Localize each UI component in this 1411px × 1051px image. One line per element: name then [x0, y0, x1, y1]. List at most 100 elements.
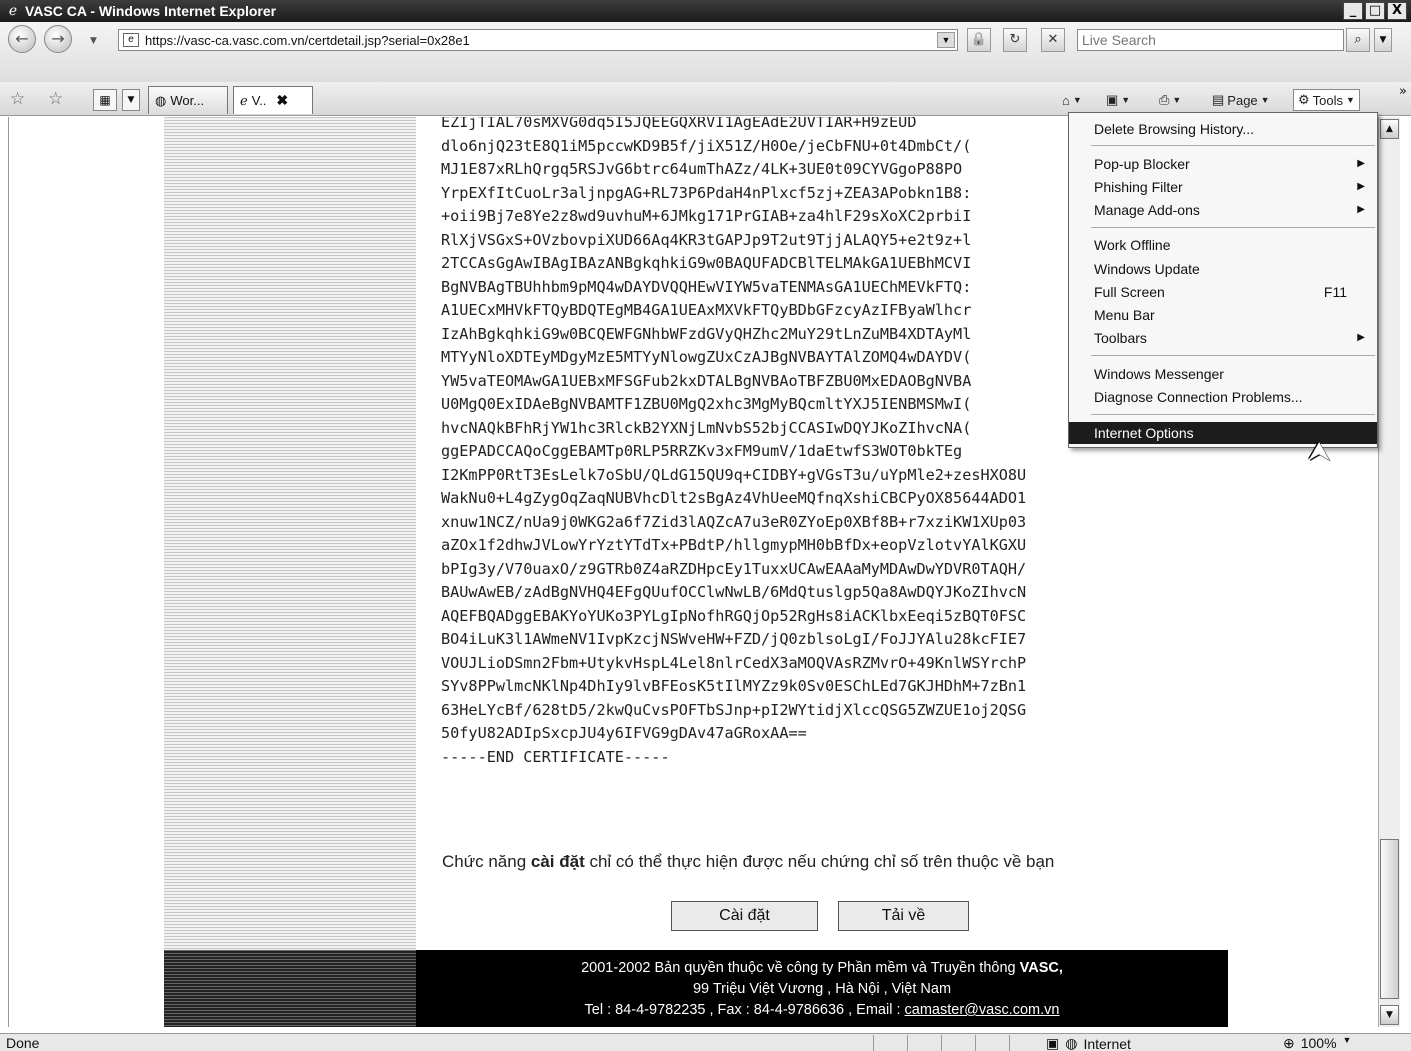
tools-menu: Delete Browsing History... Pop-up Blocke…	[1068, 112, 1378, 448]
cert-line: WakNu0+L4gZygOqZaqNUBVhcDlt2sBgAz4VhUeeM…	[441, 489, 1027, 507]
maximize-button[interactable]: □	[1365, 2, 1385, 20]
history-dropdown-icon[interactable]: ▼	[90, 36, 97, 46]
tab-label: V..	[251, 93, 267, 108]
cert-line: aZOx1f2dhwJVLowYrYztYTdTx+PBdtP/hllgmypM…	[441, 536, 1027, 554]
cert-line: dlo6njQ23tE8Q1iM5pccwKD9B5f/jiX51Z/H0Oe/…	[441, 136, 972, 155]
cert-line: 50fyU82ADIpSxcpJU4y6IFVG9gDAv47aGRoxAA==	[441, 724, 807, 742]
status-segment	[941, 1035, 971, 1051]
scroll-up-icon[interactable]: ▲	[1380, 119, 1399, 139]
footer-copyright: 2001-2002 Bản quyền thuộc về công ty Phầ…	[416, 958, 1228, 979]
window-title: VASC CA - Windows Internet Explorer	[25, 3, 277, 19]
tab-wor[interactable]: ◍ Wor...	[148, 86, 228, 114]
security-zone[interactable]: ▣ ◍ Internet	[1046, 1035, 1131, 1051]
cert-line: MTYyNloXDTEyMDgyMzE5MTYyNlowgZUxCzAJBgNV…	[441, 348, 972, 366]
stop-button[interactable]: ✕	[1041, 28, 1065, 52]
tools-menu-label: Tools	[1312, 92, 1344, 108]
menu-menu-bar[interactable]: Menu Bar	[1069, 304, 1377, 326]
cert-line: YrpEXfItCuoLr3aljnpgAG+RL73P6PdaH4nPlxcf…	[441, 183, 972, 202]
menu-delete-browsing-history[interactable]: Delete Browsing History...	[1069, 118, 1377, 140]
chevron-more-icon[interactable]: »	[1399, 84, 1407, 99]
address-url[interactable]: https://vasc-ca.vasc.com.vn/certdetail.j…	[145, 33, 470, 48]
menu-label: Pop-up Blocker	[1094, 156, 1190, 172]
zone-label: Internet	[1083, 1035, 1131, 1051]
cert-line: bPIg3y/V70uaxO/z9GTRb0Z4aRZDHpcEy1TuxxUC…	[441, 559, 1027, 578]
menu-label: Manage Add-ons	[1094, 202, 1200, 218]
menu-phishing-filter[interactable]: Phishing Filter ▶	[1069, 176, 1377, 198]
menu-full-screen[interactable]: Full Screen F11	[1069, 281, 1377, 303]
cert-line: 63HeLYcBf/628tD5/2kwQuCvsPOFTbSJnp+pI2WY…	[441, 700, 1027, 719]
menu-separator	[1091, 227, 1375, 228]
menu-windows-update[interactable]: Windows Update	[1069, 258, 1377, 280]
tab-list-dropdown-icon[interactable]: ▼	[122, 89, 140, 111]
menu-manage-addons[interactable]: Manage Add-ons ▶	[1069, 199, 1377, 221]
vertical-scrollbar[interactable]: ▲ ▼	[1378, 117, 1400, 1027]
footer-stripe-decoration	[164, 950, 416, 1027]
quick-tabs-button[interactable]: ▦	[93, 89, 117, 111]
menu-internet-options[interactable]: Internet Options	[1069, 422, 1377, 444]
zoom-control[interactable]: ⊕ 100% ▼	[1283, 1035, 1351, 1051]
install-button[interactable]: Cài đặt	[671, 901, 818, 931]
download-button[interactable]: Tải về	[838, 901, 969, 931]
search-input[interactable]: Live Search	[1077, 29, 1344, 51]
print-icon: ⎙	[1159, 92, 1170, 107]
feeds-icon: ▣	[1106, 92, 1119, 107]
status-segment	[1009, 1035, 1039, 1051]
zoom-dropdown-icon[interactable]: ▼	[1343, 1035, 1352, 1051]
protected-mode-icon: ▣	[1046, 1035, 1060, 1051]
internet-globe-icon: ◍	[1065, 1035, 1078, 1051]
minimize-button[interactable]: _	[1343, 2, 1363, 20]
footer-contact: Tel : 84-4-9782235 , Fax : 84-4-9786636 …	[416, 1000, 1228, 1021]
add-favorites-icon[interactable]: ☆	[48, 89, 63, 109]
footer-email-link[interactable]: camaster@vasc.com.vn	[905, 1002, 1060, 1018]
back-button[interactable]: ←	[8, 25, 36, 53]
cert-line: AQEFBQADggEBAKYoYUKo3PYLgIpNofhRGQjOp52R…	[441, 606, 1027, 625]
scroll-thumb[interactable]	[1380, 839, 1399, 999]
footer-copyright-text: 2001-2002 Bản quyền thuộc về công ty Phầ…	[581, 960, 1020, 976]
search-icon[interactable]: ⌕	[1346, 28, 1370, 52]
cert-line: A1UECxMHVkFTQyBDQTEgMB4GA1UEAxMXVkFTQyBD…	[441, 301, 972, 319]
submenu-arrow-icon: ▶	[1357, 332, 1365, 343]
close-tab-icon[interactable]: ✖	[276, 92, 288, 109]
footer-tel-fax: Tel : 84-4-9782235 , Fax : 84-4-9786636 …	[584, 1002, 905, 1018]
tab-vasc[interactable]: ℯ V.. ✖	[233, 86, 313, 114]
feeds-button[interactable]: ▣ ▼	[1106, 89, 1130, 111]
page-menu-button[interactable]: ▤ Page ▼	[1212, 89, 1270, 111]
mouse-cursor-icon: ⮝	[1308, 437, 1331, 467]
home-button[interactable]: ⌂ ▼	[1062, 89, 1082, 111]
search-options-dropdown-icon[interactable]: ▼	[1374, 28, 1392, 52]
tab-label: Wor...	[170, 93, 205, 108]
tools-menu-button[interactable]: ⚙ Tools ▼	[1293, 89, 1360, 111]
zoom-level: 100%	[1300, 1035, 1337, 1051]
cert-line: U0MgQ0ExIDAeBgNVBAMTF1ZBU0MgQ2xhc3MgMyBQ…	[441, 395, 972, 413]
install-msg-text: Chức năng	[442, 852, 531, 871]
menu-label: Phishing Filter	[1094, 179, 1183, 195]
menu-shortcut: F11	[1323, 284, 1347, 300]
install-msg-bold: cài đặt	[530, 852, 585, 871]
scroll-down-icon[interactable]: ▼	[1380, 1005, 1399, 1025]
back-arrow-icon: ←	[15, 29, 29, 48]
menu-toolbars[interactable]: Toolbars ▶	[1069, 327, 1377, 349]
submenu-arrow-icon: ▶	[1357, 158, 1365, 169]
menu-popup-blocker[interactable]: Pop-up Blocker ▶	[1069, 153, 1377, 175]
menu-windows-messenger[interactable]: Windows Messenger	[1069, 363, 1377, 385]
menu-separator	[1091, 355, 1375, 356]
install-message: Chức năng cài đặt chỉ có thể thực hiện đ…	[442, 852, 1054, 872]
tab-command-bar: ☆ ☆ ▦ ▼ ◍ Wor... ℯ V.. ✖ ⌂ ▼ ▣ ▼ ⎙ ▼ ▤ Page…	[0, 82, 1411, 116]
address-dropdown-icon[interactable]: ▼	[937, 32, 955, 48]
ie-logo-icon: ℯ	[8, 3, 18, 19]
menu-diagnose-connection[interactable]: Diagnose Connection Problems...	[1069, 386, 1377, 408]
lock-icon[interactable]: 🔒	[967, 28, 991, 52]
cert-line: BO4iLuK3l1AWmeNV1IvpKzcjNSWveHW+FZD/jQ0z…	[441, 630, 1027, 648]
address-bar[interactable]: e https://vasc-ca.vasc.com.vn/certdetail…	[118, 29, 958, 51]
globe-icon: ◍	[155, 92, 167, 108]
close-window-button[interactable]: X	[1387, 2, 1407, 20]
cert-line: ggEPADCCAQoCggEBAMTp0RLP5RRZKv3xFM9umV/1…	[441, 442, 963, 460]
status-segment	[873, 1035, 903, 1051]
gear-icon: ⚙	[1298, 92, 1310, 107]
print-button[interactable]: ⎙ ▼	[1159, 89, 1181, 111]
menu-work-offline[interactable]: Work Offline	[1069, 234, 1377, 256]
refresh-button[interactable]: ↻	[1003, 28, 1027, 52]
favorites-star-icon[interactable]: ☆	[10, 89, 25, 109]
cert-line: I2KmPP0RtT3EsLelk7oSbU/QLdG15QU9q+CIDBY+…	[441, 465, 1027, 484]
forward-button[interactable]: →	[44, 25, 72, 53]
